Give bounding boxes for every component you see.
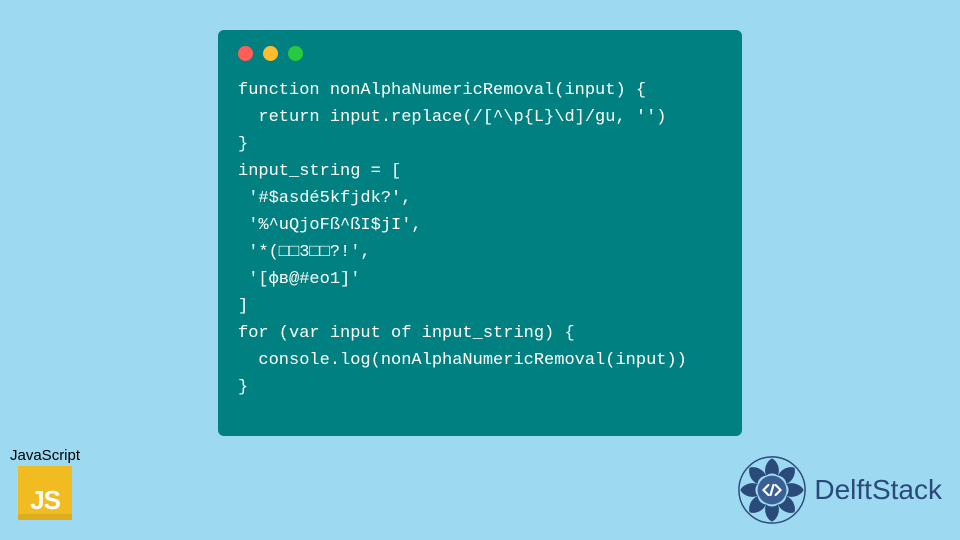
javascript-badge: JavaScript JS [10,447,80,520]
delftstack-logo-icon [736,454,808,526]
brand-footer: DelftStack [736,454,942,526]
minimize-icon [263,46,278,61]
code-content: function nonAlphaNumericRemoval(input) {… [238,77,722,401]
window-controls [238,46,722,61]
javascript-logo-icon: JS [18,466,72,520]
javascript-label: JavaScript [10,447,80,464]
javascript-logo-text: JS [18,485,72,516]
close-icon [238,46,253,61]
code-window: function nonAlphaNumericRemoval(input) {… [218,30,742,436]
brand-name: DelftStack [814,474,942,506]
maximize-icon [288,46,303,61]
